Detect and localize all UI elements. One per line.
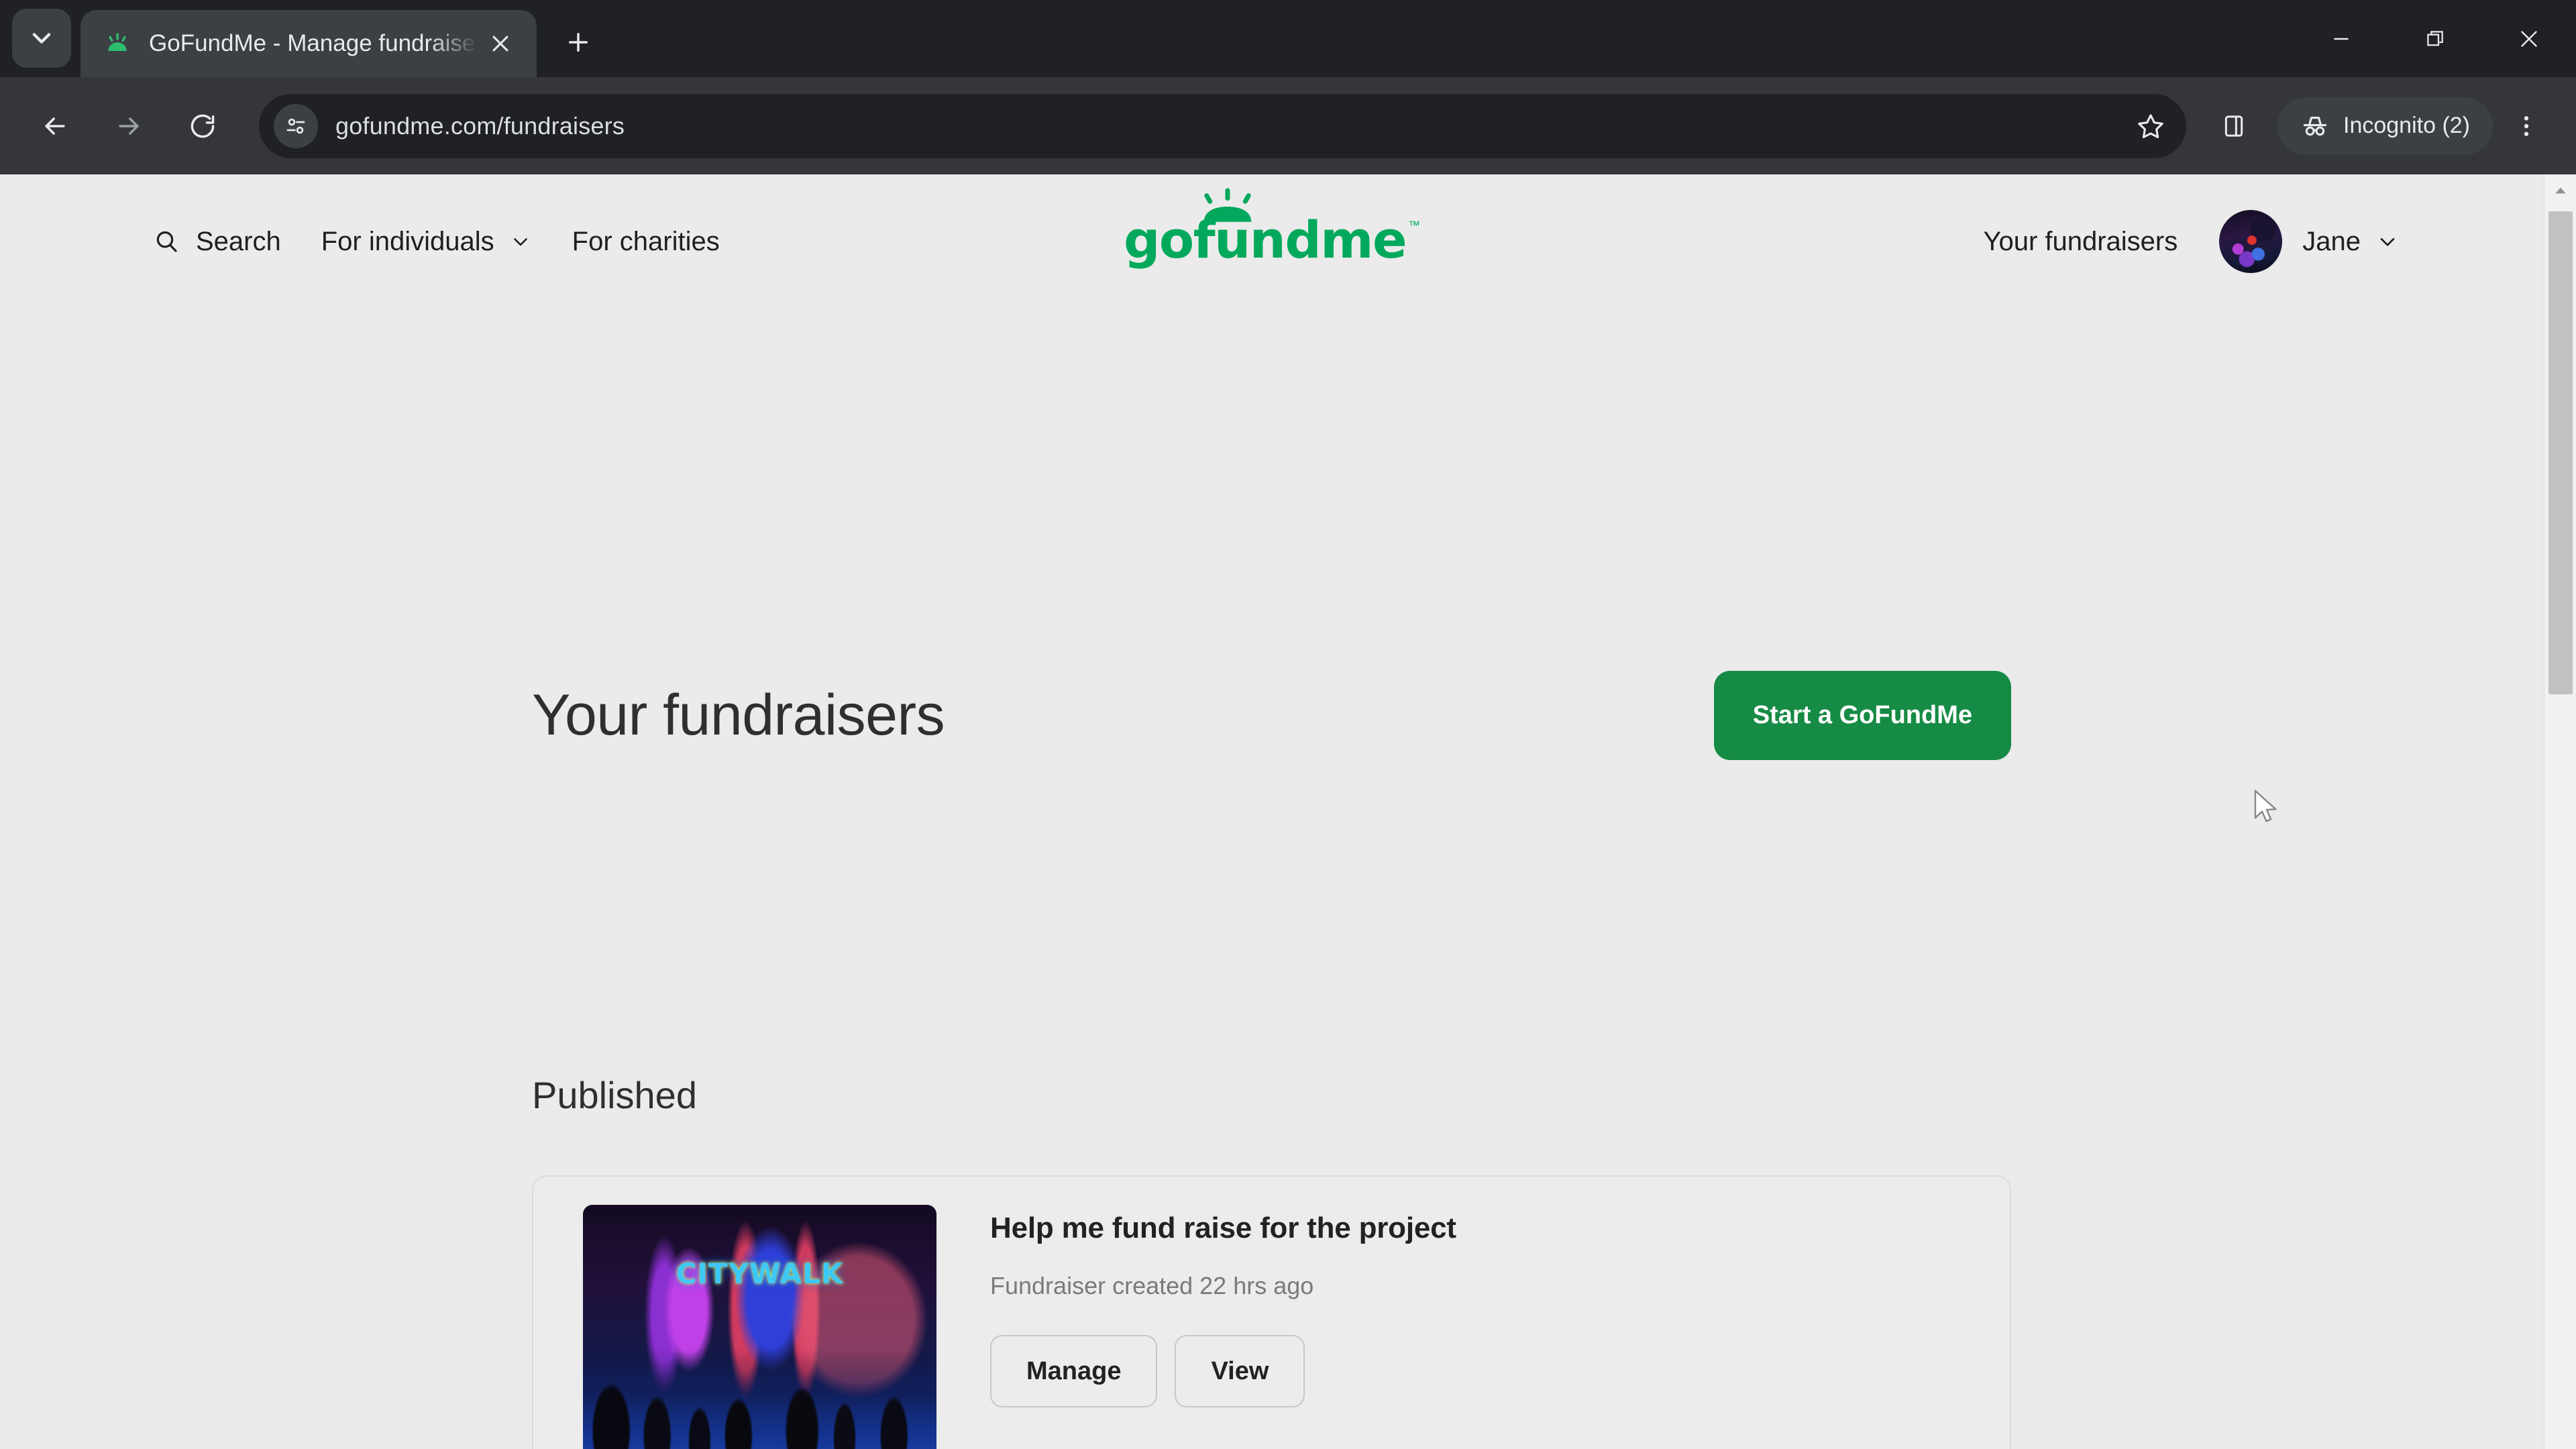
start-a-gofundme-button[interactable]: Start a GoFundMe (1713, 671, 2011, 760)
fundraiser-card-body: Help me fund raise for the project Fundr… (936, 1205, 2010, 1407)
user-name-label[interactable]: Jane (2302, 227, 2361, 257)
star-icon (2138, 113, 2163, 138)
plus-icon (569, 33, 588, 52)
forward-button[interactable] (97, 94, 161, 158)
bookmark-button[interactable] (2126, 101, 2176, 151)
url-text[interactable]: gofundme.com/fundraisers (335, 112, 2126, 140)
gofundme-sun-icon (1203, 188, 1252, 222)
logo-trademark: ™ (1408, 219, 1421, 232)
side-panel-button[interactable] (2205, 97, 2263, 155)
search-icon (153, 228, 180, 255)
section-title-published: Published (532, 1074, 697, 1116)
browser-tab[interactable]: GoFundMe - Manage fundraise (80, 10, 537, 77)
nav-for-individuals[interactable]: For individuals (321, 227, 532, 257)
address-bar[interactable]: gofundme.com/fundraisers (259, 93, 2186, 158)
nav-for-charities[interactable]: For charities (572, 227, 720, 257)
fundraiser-card[interactable]: CITYWALK Help me fund raise for the proj… (532, 1175, 2011, 1449)
arrow-left-icon (45, 117, 65, 135)
nav-search[interactable]: Search (153, 227, 281, 257)
site-header: Search For individuals For charities gof… (0, 174, 2544, 309)
scrollbar-thumb[interactable] (2548, 211, 2573, 694)
gofundme-page: Search For individuals For charities gof… (0, 174, 2544, 1449)
site-nav-left: Search For individuals For charities (153, 174, 760, 309)
tab-title: GoFundMe - Manage fundraise (149, 30, 476, 56)
gofundme-logo[interactable]: gofundme ™ (1124, 188, 1421, 266)
fundraiser-card-actions: Manage View (990, 1335, 2010, 1407)
back-button[interactable] (23, 94, 87, 158)
maximize-button[interactable] (2388, 0, 2482, 77)
page-title: Your fundraisers (532, 683, 945, 747)
reload-button[interactable] (170, 94, 235, 158)
tab-close-button[interactable] (482, 25, 519, 62)
chevron-up-icon (2555, 187, 2566, 194)
incognito-icon (2303, 116, 2327, 136)
fundraiser-created-text: Fundraiser created 22 hrs ago (990, 1272, 1314, 1299)
browser-window: GoFundMe - Manage fundraise gofundme.com… (0, 0, 2576, 1449)
reload-icon (191, 114, 215, 138)
scroll-up-button[interactable] (2544, 174, 2576, 207)
browser-toolbar: gofundme.com/fundraisers Incognito (2) (0, 77, 2576, 174)
site-nav-right: Your fundraisers Jane (1983, 174, 2400, 309)
restore-window-icon (2427, 30, 2443, 46)
fundraiser-title: Help me fund raise for the project (990, 1212, 1456, 1244)
close-window-button[interactable] (2482, 0, 2576, 77)
gofundme-crown-icon (103, 30, 131, 58)
chevron-down-icon (32, 33, 51, 44)
nav-search-label: Search (196, 226, 281, 256)
window-controls (2294, 0, 2576, 77)
chevron-down-icon (509, 230, 532, 253)
close-icon (2521, 30, 2537, 47)
browser-menu-button[interactable] (2500, 94, 2553, 158)
view-button[interactable]: View (1175, 1335, 1305, 1407)
minimize-icon (2334, 38, 2349, 40)
manage-button[interactable]: Manage (990, 1335, 1158, 1407)
fundraiser-thumbnail[interactable]: CITYWALK (583, 1205, 936, 1449)
close-icon (492, 36, 508, 52)
page-viewport: Search For individuals For charities gof… (0, 174, 2576, 1449)
incognito-indicator[interactable]: Incognito (2) (2277, 97, 2493, 155)
thumbnail-caption: CITYWALK (676, 1257, 844, 1290)
tab-search-button[interactable] (12, 9, 71, 68)
new-tab-button[interactable] (554, 18, 602, 66)
nav-for-individuals-label: For individuals (321, 226, 494, 256)
chevron-down-icon[interactable] (2375, 229, 2400, 254)
minimize-button[interactable] (2294, 0, 2388, 77)
side-panel-icon (2224, 115, 2243, 137)
page-title-row: Your fundraisers Start a GoFundMe (532, 671, 2011, 760)
incognito-label: Incognito (2) (2343, 113, 2470, 138)
tab-strip: GoFundMe - Manage fundraise (0, 0, 2576, 77)
three-dot-menu-icon (2524, 115, 2529, 136)
nav-your-fundraisers[interactable]: Your fundraisers (1983, 227, 2178, 257)
arrow-right-icon (119, 117, 139, 135)
page-scrollbar[interactable] (2544, 174, 2576, 1449)
avatar[interactable] (2219, 210, 2283, 273)
citywalk-neon-photo (583, 1205, 936, 1449)
nav-for-charities-label: For charities (572, 226, 720, 256)
site-settings-button[interactable] (274, 103, 318, 148)
site-settings-icon (286, 118, 305, 133)
